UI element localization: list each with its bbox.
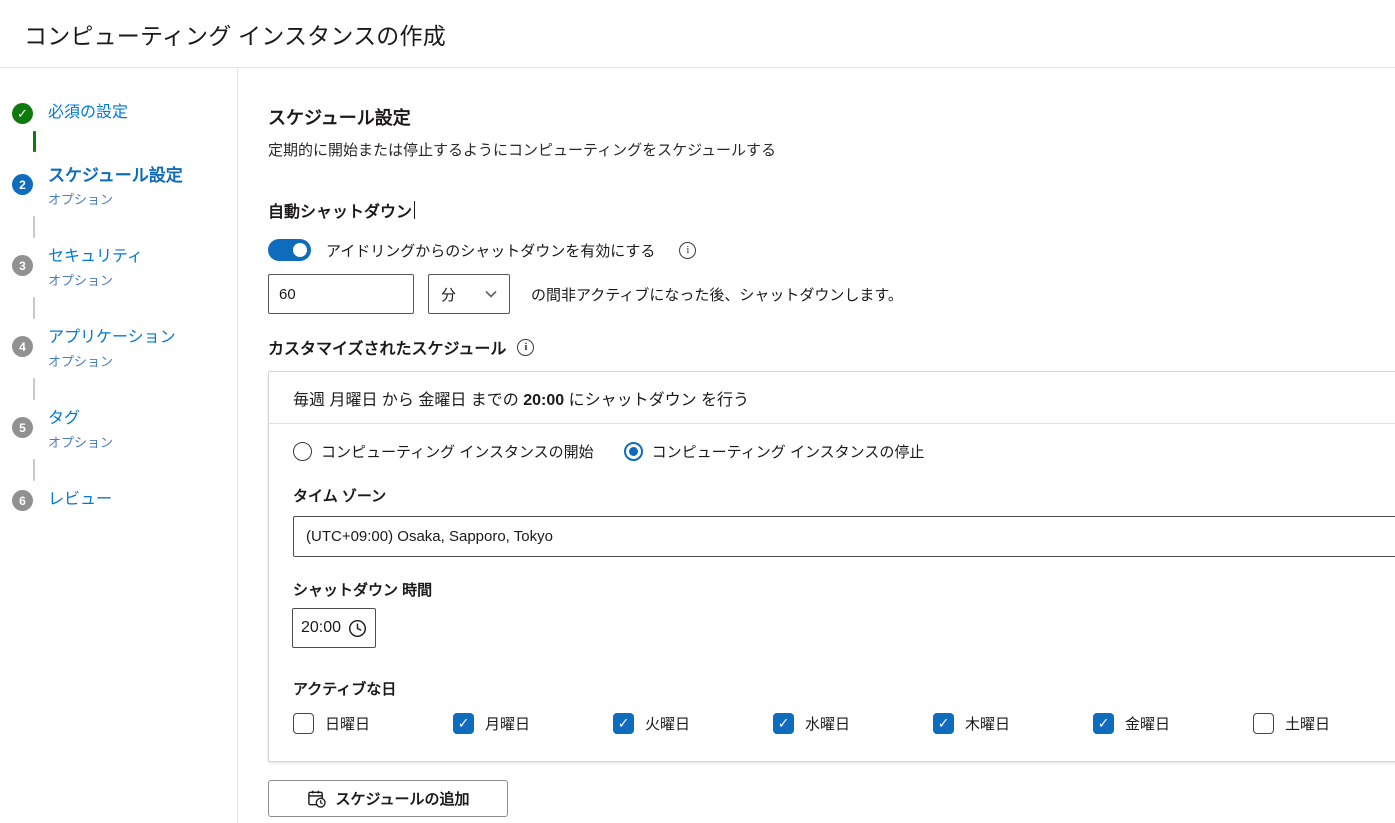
- checkbox-icon: [293, 713, 314, 734]
- step-optional-label: オプション: [48, 270, 143, 289]
- step-label[interactable]: タグ: [48, 408, 113, 430]
- checkbox-icon: [613, 713, 634, 734]
- clock-icon: [348, 619, 367, 638]
- sidebar-item-required-settings[interactable]: ✓ 必須の設定: [12, 102, 237, 124]
- custom-schedule-heading: カスタマイズされたスケジュール i: [268, 335, 1395, 359]
- radio-icon: [293, 442, 312, 461]
- sidebar-item-schedule-settings[interactable]: 2 スケジュール設定 オプション: [12, 165, 237, 208]
- step-connector: [33, 131, 36, 152]
- step-complete-icon: ✓: [12, 103, 33, 124]
- schedule-summary: 毎週 月曜日 から 金曜日 までの 20:00 にシャットダウン を行う: [269, 372, 1395, 424]
- day-checkbox-sunday[interactable]: 日曜日: [293, 713, 453, 734]
- step-optional-label: オプション: [48, 432, 113, 451]
- auto-shutdown-heading: 自動シャットダウン: [268, 198, 1395, 222]
- active-days-group: 日曜日 月曜日 火曜日 水曜日 木曜日: [293, 713, 1395, 734]
- calendar-clock-icon: [307, 789, 326, 808]
- page-title: コンピューティング インスタンスの作成: [24, 17, 446, 51]
- toggle-knob: [293, 243, 307, 257]
- active-days-label: アクティブな日: [293, 678, 1395, 699]
- idle-shutdown-toggle-label: アイドリングからのシャットダウンを有効にする: [326, 240, 655, 261]
- day-checkbox-thursday[interactable]: 木曜日: [933, 713, 1093, 734]
- shutdown-time-label: シャットダウン 時間: [293, 579, 1395, 600]
- checkbox-icon: [773, 713, 794, 734]
- sidebar-item-review[interactable]: 6 レビュー: [12, 489, 237, 511]
- info-icon[interactable]: i: [679, 242, 696, 259]
- day-checkbox-tuesday[interactable]: 火曜日: [613, 713, 773, 734]
- idle-shutdown-toggle[interactable]: [268, 239, 311, 261]
- step-label[interactable]: アプリケーション: [48, 327, 176, 349]
- step-number-badge: 6: [12, 490, 33, 511]
- day-checkbox-saturday[interactable]: 土曜日: [1253, 713, 1395, 734]
- step-label[interactable]: レビュー: [48, 489, 112, 511]
- schedule-summary-time: 20:00: [523, 392, 564, 409]
- step-number-badge: 3: [12, 255, 33, 276]
- step-connector: [33, 216, 35, 238]
- checkbox-icon: [1093, 713, 1114, 734]
- step-number-badge: 4: [12, 336, 33, 357]
- day-checkbox-wednesday[interactable]: 水曜日: [773, 713, 933, 734]
- step-label[interactable]: 必須の設定: [48, 102, 128, 124]
- step-label[interactable]: スケジュール設定: [48, 165, 183, 187]
- text-cursor: [414, 201, 415, 219]
- timezone-select[interactable]: (UTC+09:00) Osaka, Sapporo, Tokyo: [293, 516, 1395, 557]
- idle-suffix-text: の間非アクティブになった後、シャットダウンします。: [531, 284, 903, 305]
- schedule-settings-pane: スケジュール設定 定期的に開始または停止するようにコンピューティングをスケジュー…: [238, 68, 1395, 823]
- sidebar-item-tags[interactable]: 5 タグ オプション: [12, 408, 237, 451]
- step-connector: [33, 378, 35, 400]
- wizard-steps-sidebar: ✓ 必須の設定 2 スケジュール設定 オプション 3 セキュリティ オプション …: [0, 68, 238, 823]
- radio-icon: [624, 442, 643, 461]
- step-connector: [33, 297, 35, 319]
- idle-unit-select[interactable]: 分: [428, 274, 510, 314]
- shutdown-time-value: 20:00: [301, 619, 341, 637]
- radio-start-instance[interactable]: コンピューティング インスタンスの開始: [293, 441, 594, 462]
- add-schedule-button[interactable]: スケジュールの追加: [268, 780, 508, 817]
- sidebar-item-security[interactable]: 3 セキュリティ オプション: [12, 246, 237, 289]
- checkbox-icon: [933, 713, 954, 734]
- step-optional-label: オプション: [48, 189, 183, 208]
- step-label[interactable]: セキュリティ: [48, 246, 143, 268]
- checkbox-icon: [1253, 713, 1274, 734]
- sidebar-item-applications[interactable]: 4 アプリケーション オプション: [12, 327, 237, 370]
- idle-unit-value: 分: [441, 284, 456, 305]
- checkbox-icon: [453, 713, 474, 734]
- day-checkbox-friday[interactable]: 金曜日: [1093, 713, 1253, 734]
- step-optional-label: オプション: [48, 351, 176, 370]
- info-icon[interactable]: i: [517, 339, 534, 356]
- step-number-badge: 2: [12, 174, 33, 195]
- day-checkbox-monday[interactable]: 月曜日: [453, 713, 613, 734]
- radio-stop-instance[interactable]: コンピューティング インスタンスの停止: [624, 441, 925, 462]
- section-title: スケジュール設定: [268, 104, 1395, 130]
- page-header: コンピューティング インスタンスの作成: [0, 0, 1395, 68]
- step-number-badge: 5: [12, 417, 33, 438]
- timezone-value: (UTC+09:00) Osaka, Sapporo, Tokyo: [306, 528, 553, 545]
- shutdown-time-input[interactable]: 20:00: [292, 608, 376, 648]
- timezone-label: タイム ゾーン: [293, 485, 1395, 506]
- schedule-card: 毎週 月曜日 から 金曜日 までの 20:00 にシャットダウン を行う コンピ…: [268, 371, 1395, 762]
- idle-minutes-input[interactable]: [268, 274, 414, 314]
- chevron-down-icon: [485, 290, 497, 298]
- step-connector: [33, 459, 35, 481]
- section-subtitle: 定期的に開始または停止するようにコンピューティングをスケジュールする: [268, 139, 1395, 160]
